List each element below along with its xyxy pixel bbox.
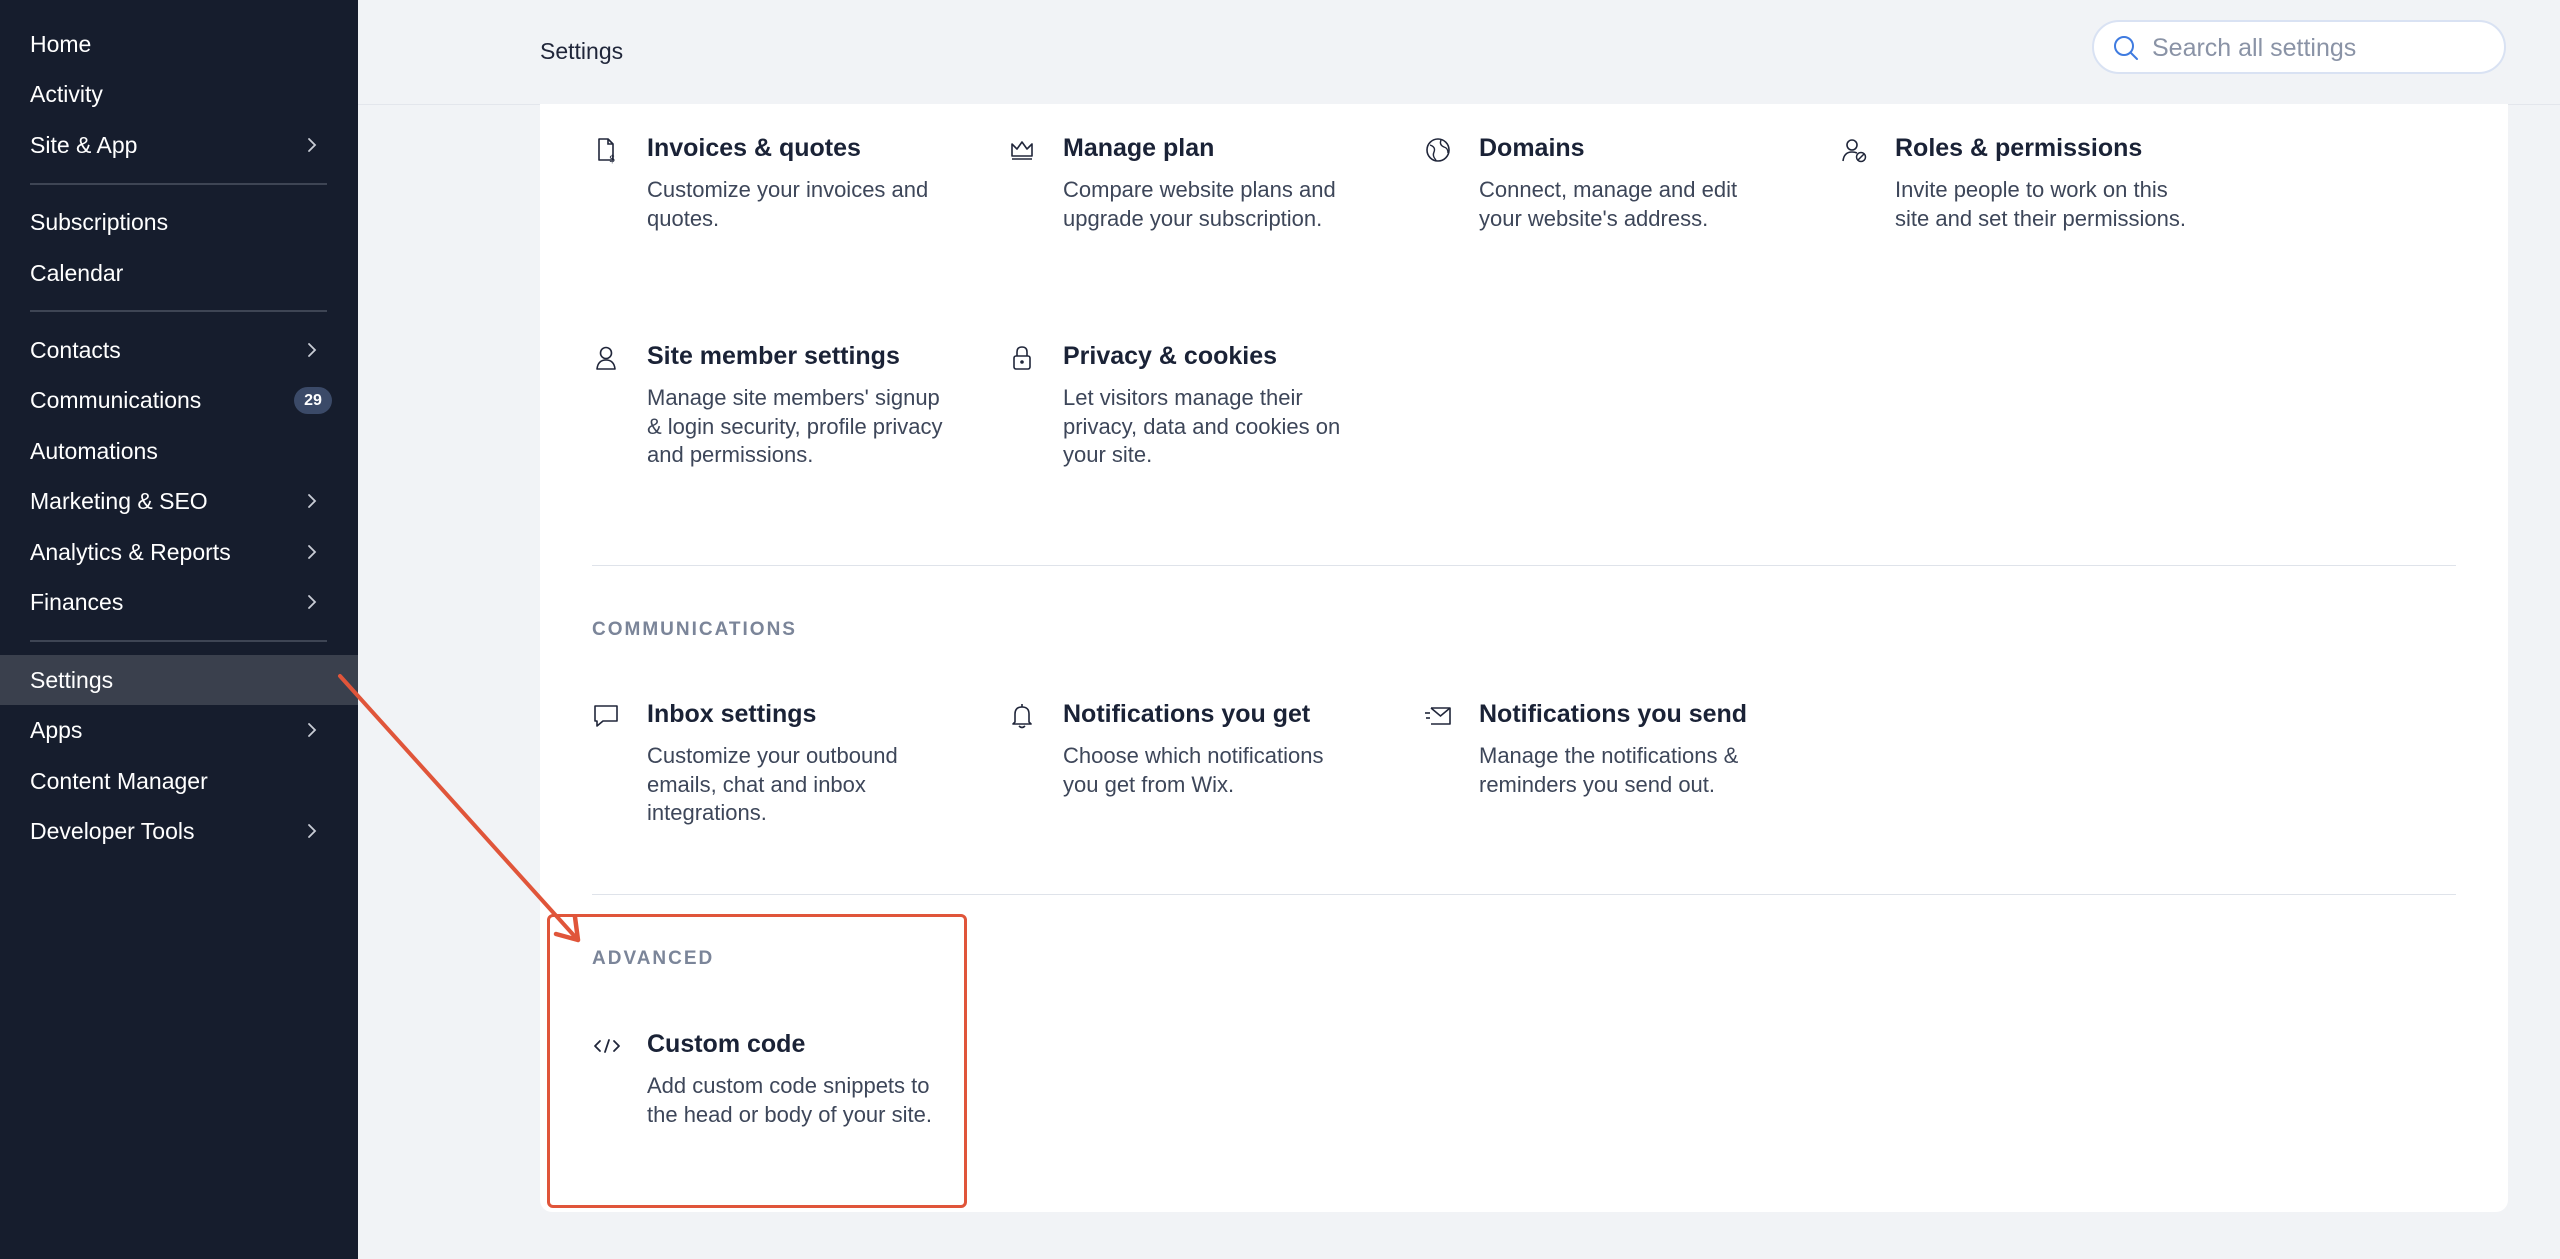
card-title: Domains: [1479, 134, 1585, 162]
sidebar-item-label: Communications: [30, 386, 202, 413]
chevron-right-icon: [300, 489, 324, 513]
sidebar: Home Activity Site & App Subscriptions C…: [0, 0, 358, 1259]
sidebar-item-activity[interactable]: Activity: [0, 69, 358, 119]
sidebar-item-label: Home: [30, 30, 92, 57]
sidebar-item-marketing-seo[interactable]: Marketing & SEO: [0, 476, 358, 526]
sidebar-divider: [30, 310, 327, 312]
card-description: Customize your outbound emails, chat and…: [647, 743, 898, 825]
card-description: Compare website plans and upgrade your s…: [1063, 177, 1336, 231]
card-description: Add custom code snippets to the head or …: [647, 1073, 932, 1127]
sidebar-item-label: Developer Tools: [30, 817, 195, 844]
card-description: Choose which notifications you get from …: [1063, 743, 1324, 797]
card-description: Let visitors manage their privacy, data …: [1063, 385, 1341, 467]
sidebar-item-label: Site & App: [30, 131, 138, 158]
sidebar-item-finances[interactable]: Finances: [0, 577, 358, 627]
card-title: Custom code: [647, 1030, 806, 1058]
section-divider: [592, 894, 2456, 895]
sidebar-item-label: Settings: [30, 666, 114, 693]
svg-text:$: $: [609, 154, 615, 164]
card-description: Connect, manage and edit your website's …: [1479, 177, 1738, 231]
card-description: Invite people to work on this site and s…: [1895, 177, 2187, 231]
chevron-right-icon: [300, 590, 324, 614]
chevron-right-icon: [300, 819, 324, 843]
sidebar-item-settings[interactable]: Settings: [0, 655, 358, 705]
sidebar-item-communications[interactable]: Communications 29: [0, 375, 358, 425]
card-title: Site member settings: [647, 342, 900, 370]
card-title: Invoices & quotes: [647, 134, 861, 162]
card-description: Manage site members' signup & login secu…: [647, 385, 943, 467]
sidebar-divider: [30, 640, 327, 642]
card-title: Notifications you get: [1063, 700, 1311, 728]
sidebar-item-label: Analytics & Reports: [30, 538, 231, 565]
sidebar-item-developer-tools[interactable]: Developer Tools: [0, 806, 358, 856]
sidebar-divider: [30, 183, 327, 185]
sidebar-item-label: Automations: [30, 437, 158, 464]
card-title: Privacy & cookies: [1063, 342, 1278, 370]
sidebar-item-apps[interactable]: Apps: [0, 705, 358, 755]
sidebar-item-label: Contacts: [30, 336, 121, 363]
user-permission-icon: [1840, 136, 1868, 164]
chevron-right-icon: [300, 338, 324, 362]
card-description: Manage the notifications & reminders you…: [1479, 743, 1739, 797]
sidebar-item-label: Calendar: [30, 259, 124, 286]
sidebar-item-label: Activity: [30, 80, 103, 107]
sidebar-item-contacts[interactable]: Contacts: [0, 325, 358, 375]
search-box[interactable]: [2092, 20, 2506, 74]
sidebar-item-site-app[interactable]: Site & App: [0, 120, 358, 170]
code-icon: [592, 1032, 620, 1060]
section-label-advanced: ADVANCED: [592, 948, 715, 969]
card-description: Customize your invoices and quotes.: [647, 177, 929, 231]
page-header: Settings: [358, 0, 2560, 105]
sidebar-item-automations[interactable]: Automations: [0, 426, 358, 476]
chevron-right-icon: [300, 718, 324, 742]
sidebar-item-label: Marketing & SEO: [30, 487, 208, 514]
search-input[interactable]: [2150, 30, 2484, 66]
invoice-icon: $: [592, 136, 620, 165]
bell-icon: [1008, 702, 1036, 730]
card-title: Notifications you send: [1479, 700, 1748, 728]
page-title: Settings: [540, 38, 624, 64]
globe-icon: [1424, 136, 1452, 164]
section-divider: [592, 565, 2456, 566]
settings-panel: [540, 104, 2508, 1212]
sidebar-item-subscriptions[interactable]: Subscriptions: [0, 197, 358, 247]
sidebar-item-label: Content Manager: [30, 767, 208, 794]
user-icon: [592, 344, 620, 372]
section-label-communications: COMMUNICATIONS: [592, 619, 797, 640]
chat-bubble-icon: [592, 702, 620, 730]
crown-icon: [1008, 136, 1036, 164]
card-title: Inbox settings: [647, 700, 817, 728]
envelope-send-icon: [1424, 702, 1452, 730]
chevron-right-icon: [300, 540, 324, 564]
sidebar-item-calendar[interactable]: Calendar: [0, 248, 358, 298]
sidebar-item-analytics-reports[interactable]: Analytics & Reports: [0, 527, 358, 577]
notification-badge: 29: [294, 387, 332, 414]
card-title: Manage plan: [1063, 134, 1215, 162]
chevron-right-icon: [300, 133, 324, 157]
card-title: Roles & permissions: [1895, 134, 2143, 162]
lock-icon: [1008, 344, 1036, 372]
sidebar-item-label: Apps: [30, 716, 83, 743]
sidebar-item-home[interactable]: Home: [0, 19, 358, 69]
sidebar-item-label: Finances: [30, 588, 124, 615]
search-icon: [2112, 34, 2140, 62]
sidebar-item-label: Subscriptions: [30, 208, 169, 235]
sidebar-item-content-manager[interactable]: Content Manager: [0, 756, 358, 806]
